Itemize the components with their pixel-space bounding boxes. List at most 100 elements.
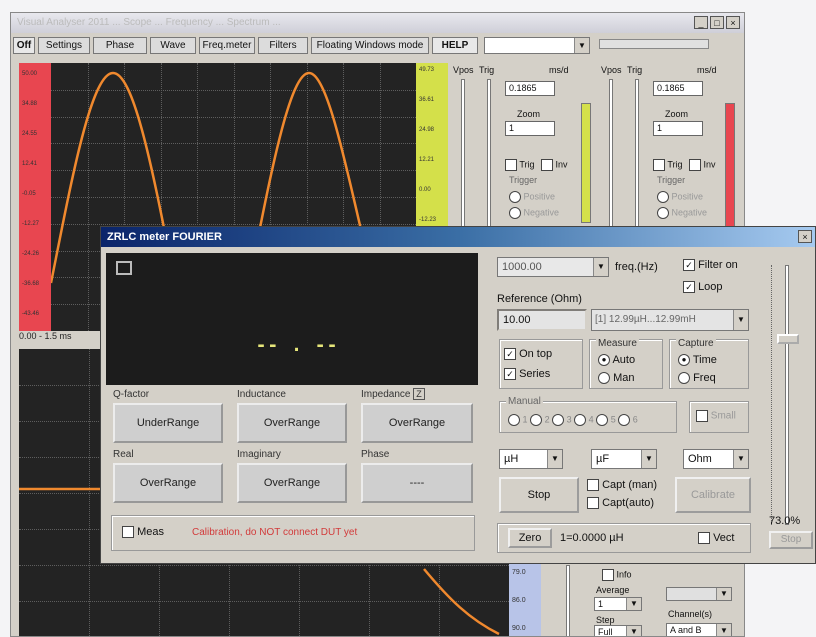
- on-top-label: On top: [519, 348, 553, 360]
- level-slider-track[interactable]: [785, 265, 789, 525]
- zoom-input[interactable]: 1: [505, 121, 555, 136]
- checkbox-icon: ✓: [504, 348, 516, 361]
- channel-b-level-bar: [725, 103, 735, 233]
- tab-phase[interactable]: Phase: [93, 37, 147, 54]
- capt-man-checkbox[interactable]: Capt (man): [587, 479, 657, 492]
- trig-checkbox[interactable]: Trig: [653, 159, 683, 171]
- dialog-title: ZRLC meter FOURIER: [107, 231, 222, 243]
- inv-checkbox[interactable]: Inv: [541, 159, 568, 171]
- maximize-icon[interactable]: □: [710, 16, 724, 29]
- filter-on-label: Filter on: [698, 259, 738, 271]
- meas-checkbox[interactable]: Meas: [122, 526, 164, 539]
- trig-slider[interactable]: [487, 79, 491, 229]
- time-div-input[interactable]: 0.1865: [505, 81, 555, 96]
- step-select[interactable]: Full ▼: [594, 625, 642, 636]
- small-checkbox[interactable]: Small: [696, 410, 736, 422]
- capture-freq-radio[interactable]: Freq: [678, 372, 716, 385]
- checkbox-icon: ✓: [504, 368, 516, 381]
- tab-wave[interactable]: Wave: [150, 37, 196, 54]
- manual-radios[interactable]: 1 2 3 4 5 6: [508, 414, 638, 426]
- average-value: 1: [598, 599, 604, 609]
- unit-label: ms/d: [549, 65, 569, 75]
- display-corner-icon[interactable]: [116, 261, 132, 275]
- reference-input[interactable]: 10.00: [497, 309, 587, 331]
- series-checkbox[interactable]: ✓ Series: [504, 368, 550, 381]
- tab-off[interactable]: Off: [13, 37, 35, 54]
- trigger-positive[interactable]: Positive: [509, 191, 555, 203]
- trigger-positive-label: Positive: [671, 191, 704, 202]
- manual-group: Manual 1 2 3 4 5 6: [499, 396, 677, 433]
- radio-icon: [508, 414, 520, 426]
- zero-readout: 1=0.0000 µH: [560, 532, 624, 544]
- minimize-icon[interactable]: _: [694, 16, 708, 29]
- chevron-down-icon: ▼: [626, 626, 641, 636]
- manual-opt-label: 1: [522, 414, 528, 425]
- checkbox-icon: [505, 159, 517, 171]
- on-top-checkbox[interactable]: ✓ On top: [504, 348, 553, 361]
- imaginary-label: Imaginary: [237, 449, 281, 460]
- reference-label: Reference (Ohm): [497, 293, 582, 305]
- scale-label: 79.0: [512, 569, 526, 576]
- zero-button[interactable]: Zero: [508, 528, 552, 548]
- stop-button[interactable]: Stop: [499, 477, 579, 513]
- tab-settings[interactable]: Settings: [38, 37, 90, 54]
- filter-on-checkbox[interactable]: ✓ Filter on: [683, 259, 738, 272]
- loop-checkbox[interactable]: ✓ Loop: [683, 281, 723, 294]
- capt-auto-label: Capt(auto): [602, 497, 655, 509]
- tab-freq-meter[interactable]: Freq.meter: [199, 37, 255, 54]
- average-select[interactable]: 1 ▼: [594, 597, 642, 611]
- tab-floating-windows[interactable]: Floating Windows mode: [311, 37, 429, 54]
- real-label: Real: [113, 449, 134, 460]
- vect-checkbox[interactable]: Vect: [698, 532, 734, 545]
- impedance-value: OverRange: [361, 403, 473, 443]
- info-label: Info: [616, 569, 632, 580]
- range-select[interactable]: [1] 12.99µH...12.99mH ▼: [591, 309, 749, 331]
- trigger-positive[interactable]: Positive: [657, 191, 703, 203]
- level-slider-thumb[interactable]: [777, 333, 799, 344]
- calibrate-button[interactable]: Calibrate: [675, 477, 751, 513]
- trigger-negative[interactable]: Negative: [509, 207, 559, 219]
- radio-icon: [530, 414, 543, 426]
- unit-1-value: µH: [504, 453, 519, 465]
- inv-checkbox[interactable]: Inv: [689, 159, 716, 171]
- channels-select[interactable]: A and B ▼: [666, 623, 732, 636]
- time-div-input[interactable]: 0.1865: [653, 81, 703, 96]
- radio-icon: [618, 414, 631, 426]
- trig-slider[interactable]: [635, 79, 639, 229]
- capture-time-radio[interactable]: ● Time: [678, 354, 717, 367]
- tab-help[interactable]: HELP: [432, 37, 478, 54]
- unit-select-3[interactable]: Ohm ▼: [683, 449, 749, 469]
- trig-checkbox[interactable]: Trig: [505, 159, 535, 171]
- real-value: OverRange: [113, 463, 223, 503]
- close-icon[interactable]: ×: [726, 16, 740, 29]
- unit-select-2[interactable]: µF ▼: [591, 449, 657, 469]
- lower-slider[interactable]: [566, 565, 570, 636]
- measure-auto-radio[interactable]: ● Auto: [598, 354, 635, 367]
- freq-select[interactable]: 1000.00 ▼: [497, 257, 609, 277]
- side-stop-button[interactable]: Stop: [769, 531, 813, 549]
- info-checkbox[interactable]: Info: [602, 569, 632, 581]
- disabled-select[interactable]: ▼: [666, 587, 732, 601]
- chevron-down-icon: ▼: [626, 598, 641, 610]
- capt-auto-checkbox[interactable]: Capt(auto): [587, 497, 655, 510]
- window-title: Visual Analyser 2011 ... Scope ... Frequ…: [17, 17, 281, 28]
- inductance-label: Inductance: [237, 389, 286, 400]
- tab-filters[interactable]: Filters: [258, 37, 308, 54]
- manual-opt-label: 3: [566, 414, 572, 425]
- measure-man-radio[interactable]: Man: [598, 372, 634, 385]
- unit-select-1[interactable]: µH ▼: [499, 449, 563, 469]
- zoom-input[interactable]: 1: [653, 121, 703, 136]
- checkbox-icon: [587, 479, 599, 492]
- left-scale-label: 34.88: [22, 101, 38, 107]
- checkbox-icon: [653, 159, 665, 171]
- step-label: Step: [596, 615, 615, 625]
- right-scale-label: -12.23: [419, 217, 437, 223]
- device-select[interactable]: ▼: [484, 37, 590, 54]
- capture-group: Capture ● Time Freq: [669, 338, 749, 389]
- vpos-slider[interactable]: [609, 79, 613, 229]
- vpos-slider[interactable]: [461, 79, 465, 229]
- impedance-badge[interactable]: Z: [413, 388, 425, 400]
- checkbox-icon: [122, 526, 134, 539]
- dialog-close-icon[interactable]: ×: [798, 230, 812, 243]
- trigger-negative[interactable]: Negative: [657, 207, 707, 219]
